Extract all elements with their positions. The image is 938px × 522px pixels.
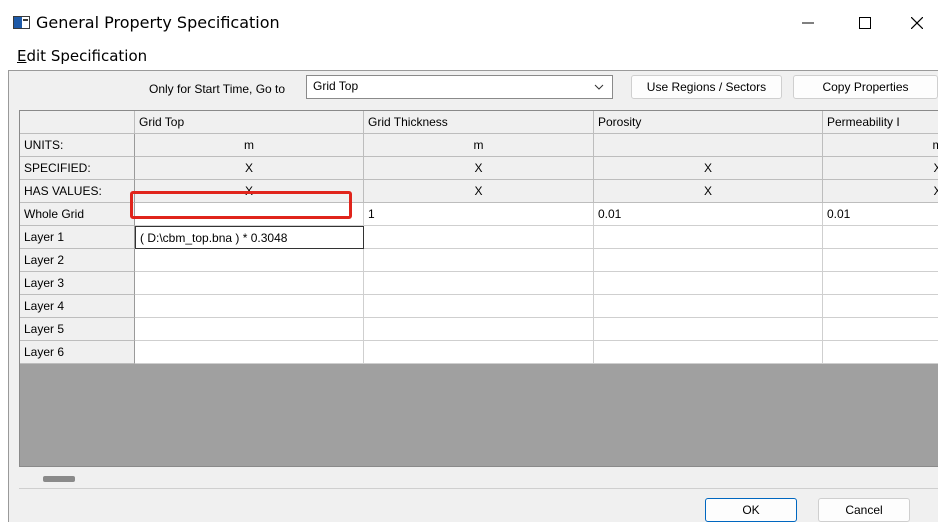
grid-cell[interactable] <box>364 226 594 249</box>
unit-cell: m <box>364 134 594 157</box>
goto-label: Only for Start Time, Go to <box>149 82 286 96</box>
ok-button[interactable]: OK <box>705 498 797 522</box>
column-header[interactable]: Porosity <box>594 111 823 134</box>
specified-cell: X <box>364 157 594 180</box>
grid-cell[interactable] <box>364 249 594 272</box>
close-button[interactable] <box>897 6 937 40</box>
menu-bar: Edit Specification <box>0 44 938 70</box>
row-header: UNITS: <box>20 134 135 157</box>
grid-cell[interactable] <box>135 249 364 272</box>
grid-cell[interactable] <box>135 295 364 318</box>
row-header: Layer 1 <box>20 226 135 249</box>
copy-properties-button[interactable]: Copy Properties <box>793 75 938 99</box>
menu-label-rest: dit Specification <box>26 47 148 65</box>
column-header[interactable]: Permeability I <box>823 111 938 134</box>
maximize-icon <box>859 17 871 29</box>
grid-cell[interactable] <box>594 249 823 272</box>
property-grid: Grid Top Grid Thickness Porosity Permeab… <box>19 110 938 467</box>
grid-cell[interactable] <box>135 272 364 295</box>
has-values-cell: X <box>364 180 594 203</box>
has-values-cell: X <box>823 180 938 203</box>
specified-cell: X <box>135 157 364 180</box>
row-header: Layer 2 <box>20 249 135 272</box>
minimize-icon <box>802 22 814 24</box>
grid-cell[interactable] <box>823 318 938 341</box>
grid-cell[interactable] <box>823 295 938 318</box>
title-bar: General Property Specification <box>0 0 938 44</box>
grid-cell[interactable] <box>135 341 364 364</box>
menu-edit-specification[interactable]: Edit Specification <box>17 47 147 65</box>
has-values-cell: X <box>594 180 823 203</box>
window-title: General Property Specification <box>36 13 280 32</box>
grid-corner <box>20 111 135 134</box>
grid-cell[interactable] <box>594 295 823 318</box>
grid-cell[interactable] <box>594 272 823 295</box>
unit-cell <box>594 134 823 157</box>
goto-property-select[interactable]: Grid Top <box>306 75 613 99</box>
unit-cell: m <box>135 134 364 157</box>
row-header: Layer 4 <box>20 295 135 318</box>
row-header: Layer 3 <box>20 272 135 295</box>
row-header: Layer 5 <box>20 318 135 341</box>
cancel-button[interactable]: Cancel <box>818 498 910 522</box>
specified-cell: X <box>594 157 823 180</box>
grid-cell[interactable] <box>594 226 823 249</box>
grid-cell[interactable] <box>364 272 594 295</box>
grid-cell[interactable] <box>364 318 594 341</box>
column-header[interactable]: Grid Thickness <box>364 111 594 134</box>
row-header: SPECIFIED: <box>20 157 135 180</box>
goto-selected-value: Grid Top <box>313 79 359 93</box>
close-icon <box>911 17 923 29</box>
column-header[interactable]: Grid Top <box>135 111 364 134</box>
maximize-button[interactable] <box>845 6 885 40</box>
grid-cell[interactable]: 0.01 <box>823 203 938 226</box>
grid-cell[interactable] <box>823 249 938 272</box>
grid-cell-active[interactable]: ( D:\cbm_top.bna ) * 0.3048 <box>135 226 364 249</box>
grid-cell[interactable] <box>823 341 938 364</box>
grid-cell[interactable]: 1 <box>364 203 594 226</box>
row-header: Layer 6 <box>20 341 135 364</box>
chevron-down-icon <box>594 84 604 90</box>
grid-cell[interactable] <box>823 272 938 295</box>
highlight-annotation <box>130 191 352 219</box>
row-header: Whole Grid <box>20 203 135 226</box>
row-header: HAS VALUES: <box>20 180 135 203</box>
grid-cell[interactable] <box>364 295 594 318</box>
grid-cell[interactable] <box>594 318 823 341</box>
minimize-button[interactable] <box>788 6 828 40</box>
app-window-icon <box>13 16 30 29</box>
unit-cell: m <box>823 134 938 157</box>
scrollbar-thumb[interactable] <box>43 476 75 482</box>
grid-cell[interactable] <box>594 341 823 364</box>
specified-cell: X <box>823 157 938 180</box>
grid-cell[interactable] <box>364 341 594 364</box>
horizontal-scrollbar[interactable] <box>19 467 938 489</box>
grid-cell[interactable]: 0.01 <box>594 203 823 226</box>
use-regions-button[interactable]: Use Regions / Sectors <box>631 75 782 99</box>
grid-cell[interactable] <box>135 318 364 341</box>
grid-cell[interactable] <box>823 226 938 249</box>
